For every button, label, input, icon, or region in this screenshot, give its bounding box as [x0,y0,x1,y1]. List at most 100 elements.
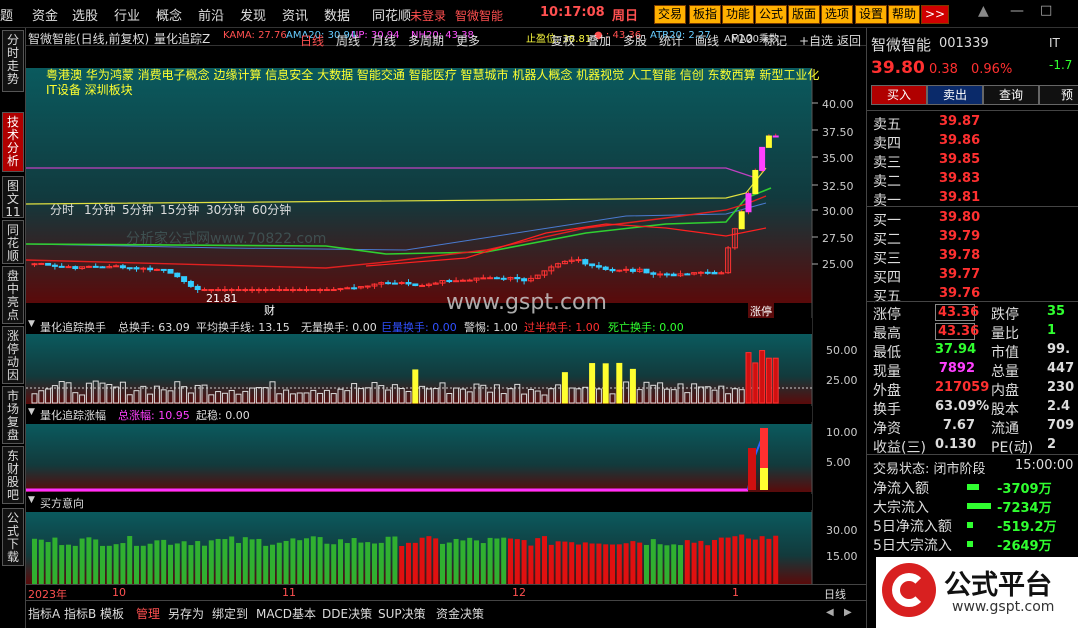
panel-collapse-icon[interactable]: ▼ [28,407,35,417]
formula-button[interactable]: 公式 [755,5,788,24]
options-button[interactable]: 选项 [821,5,854,24]
sidebar-tab-formula[interactable]: 公式下载 [2,508,24,566]
scroll-right-icon[interactable]: ▶ [844,607,852,618]
menu-item-tonghuashun[interactable]: 同花顺 [372,5,411,24]
buy-intent-bar [154,540,160,584]
maximize-icon[interactable]: □ [1040,3,1060,23]
watermark-70822: 分析家公式网www.70822.com [126,231,327,247]
draw-button[interactable]: 画线 [695,32,719,49]
macd-button[interactable]: MACD基本 [256,605,316,622]
tf-15min[interactable]: 15分钟 [160,201,199,218]
indicator-b-button[interactable]: 指标B [64,605,96,622]
tf-30min[interactable]: 30分钟 [206,201,245,218]
sector-tag[interactable]: IT [1049,36,1060,50]
multistock-button[interactable]: 多股 [623,32,647,49]
tf-1min[interactable]: 1分钟 [84,201,116,218]
buy-intent-bar [147,543,153,584]
function-button[interactable]: 功能 [722,5,755,24]
ask-label: 卖三 [873,155,901,171]
bind-button[interactable]: 绑定到 [212,605,248,622]
sidebar-tab-review[interactable]: 市场复盘 [2,386,24,444]
reserve-button[interactable]: 预 [1039,85,1078,105]
buy-intent-bar [589,543,595,584]
fund-button[interactable]: 资金决策 [436,605,484,622]
sell-button[interactable]: 卖出 [927,85,983,105]
sidebar-tab-limitup[interactable]: 涨停动因 [2,326,24,384]
trade-button[interactable]: 交易 [654,5,687,24]
menu-item-zijin[interactable]: 资金 [32,5,58,24]
buy-intent-bar [358,542,364,584]
menu-item-gainian[interactable]: 概念 [156,5,182,24]
panel-collapse-icon[interactable]: ▼ [28,495,35,505]
candle-body [174,272,181,278]
save-as-button[interactable]: 另存为 [168,605,204,622]
sidebar-tab-ths[interactable]: 同花顺 [2,220,24,264]
sidebar-tab-forum[interactable]: 东财股吧 [2,446,24,504]
menu-item-zixun[interactable]: 资讯 [282,5,308,24]
buy-intent-bar [528,545,534,584]
settings-button[interactable]: 设置 [855,5,888,24]
buy-intent-bar [480,543,486,584]
sidebar-tab-graphic[interactable]: 图文 11 [2,176,24,219]
candle-body [99,266,106,269]
tf-multi[interactable]: 多周期 [408,32,444,49]
stat-label: 流通 [991,421,1019,437]
candle-body [296,289,303,292]
manage-button[interactable]: 管理 [136,605,160,622]
chart-indicator-name[interactable]: 量化追踪Z [154,30,210,47]
tf-fenshi[interactable]: 分时 [50,201,74,218]
panel-collapse-icon[interactable]: ▼ [28,319,35,329]
menu-item-faxian[interactable]: 发现 [240,5,266,24]
menu-item-xuangu[interactable]: 选股 [72,5,98,24]
menu-item-hangye[interactable]: 行业 [114,5,140,24]
candle-body [582,259,589,265]
tf-monthly[interactable]: 月线 [372,32,396,49]
panel-turnover-title[interactable]: 量化追踪换手 [40,319,106,335]
candle-body [85,265,92,268]
shirt-icon[interactable]: ▲ [978,3,998,23]
buy-intent-bar [106,545,112,584]
dde-button[interactable]: DDE决策 [322,605,372,622]
panel-buy-title[interactable]: 买方意向 [40,495,84,511]
add-watchlist-button[interactable]: +自选 [799,32,833,49]
stat-value: 35 [1047,304,1066,319]
overlay-button[interactable]: 叠加 [587,32,611,49]
panel-gain-title[interactable]: 量化追踪涨幅 [40,407,106,423]
mark-button[interactable]: 标记 [763,32,787,49]
buy-intent-bar [270,544,275,584]
buy-intent-bar [732,536,738,584]
f10-button[interactable]: F10 [731,32,753,46]
fuquan-button[interactable]: 复权 [551,32,575,49]
candle-body [405,282,412,285]
layout-button[interactable]: 版面 [788,5,821,24]
tf-5min[interactable]: 5分钟 [122,201,154,218]
indicator-a-button[interactable]: 指标A [28,605,60,622]
help-button[interactable]: 帮助 [888,5,921,24]
sup-button[interactable]: SUP决策 [378,605,426,622]
tf-weekly[interactable]: 周线 [336,32,360,49]
sidebar-tab-highlights[interactable]: 盘中亮点 [2,266,24,324]
tf-60min[interactable]: 60分钟 [252,201,291,218]
candle-body [344,287,351,290]
more-button[interactable]: >> [921,5,950,24]
tf-daily[interactable]: 日线 [300,32,324,49]
login-status[interactable]: 未登录 [410,7,446,24]
back-button[interactable]: 返回 [837,32,861,49]
menu-item-qianyan[interactable]: 前沿 [198,5,224,24]
sidebar-tab-technical[interactable]: 技术分析 [2,112,24,172]
menu-item-ti[interactable]: 题 [0,5,13,24]
template-button[interactable]: 模板 [100,605,124,622]
index-button[interactable]: 板指 [689,5,722,24]
menu-item-shuju[interactable]: 数据 [324,5,350,24]
buy-button[interactable]: 买入 [871,85,927,105]
candle-body [759,146,766,171]
buy-intent-bar [378,542,384,584]
chart-area[interactable]: 智微智能(日线,前复权) 量化追踪Z KAMA: 27.76 AMA20: 30… [26,28,866,601]
minimize-icon[interactable]: — [1010,3,1030,23]
tf-more[interactable]: 更多 [456,32,480,49]
sidebar-tab-intraday[interactable]: 分时走势 [2,30,24,92]
stats-button[interactable]: 统计 [659,32,683,49]
scroll-left-icon[interactable]: ◀ [826,607,834,618]
query-button[interactable]: 查询 [983,85,1039,105]
buy-intent-bar [283,540,289,584]
